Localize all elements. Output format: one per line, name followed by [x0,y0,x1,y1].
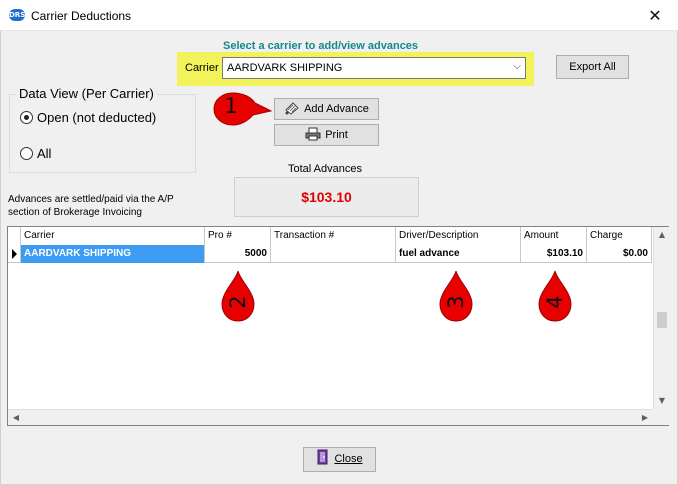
radio-selected-icon[interactable] [20,111,33,124]
data-view-legend: Data View (Per Carrier) [16,86,157,101]
total-advances-label: Total Advances [288,163,362,175]
row-pointer-icon [8,245,21,263]
add-advance-button[interactable]: Add Advance [274,98,379,120]
app-logo-icon: DRS [9,9,26,21]
annotation-marker-2: 2 [218,270,258,324]
carrier-label: Carrier [185,62,219,74]
printer-icon [305,127,321,141]
print-label: Print [325,129,348,141]
scroll-up-icon[interactable]: ▲ [654,227,670,243]
radio-open-label: Open (not deducted) [37,110,157,125]
grid-header-indicator [8,227,21,245]
annotation-marker-3: 3 [436,270,476,324]
cell-amount[interactable]: $103.10 [521,245,587,263]
add-advance-label: Add Advance [304,103,369,115]
total-advances-value: $103.10 [234,177,419,217]
print-button[interactable]: Print [274,124,379,146]
column-header-description[interactable]: Driver/Description [396,227,521,245]
cell-pro[interactable]: 5000 [205,245,271,263]
column-header-pro[interactable]: Pro # [205,227,271,245]
data-view-group: Data View (Per Carrier) Open (not deduct… [9,86,196,173]
door-exit-icon [317,449,328,465]
settlement-note-line1: Advances are settled/paid via the A/P [8,194,174,205]
annotation-number-1: 1 [224,94,238,118]
radio-unselected-icon[interactable] [20,147,33,160]
vertical-scrollbar[interactable]: ▲ ▼ [653,227,669,409]
cell-charge[interactable]: $0.00 [587,245,652,263]
scroll-down-icon[interactable]: ▼ [654,393,670,409]
annotation-number-4: 4 [543,295,567,309]
grid-header: Carrier Pro # Transaction # Driver/Descr… [8,227,652,245]
table-row[interactable]: AARDVARK SHIPPING 5000 fuel advance $103… [8,245,652,263]
title-bar: DRS Carrier Deductions ✕ [0,0,678,31]
chevron-down-icon[interactable]: ⌵ [513,61,521,72]
radio-all[interactable]: All [20,146,51,161]
select-carrier-hint: Select a carrier to add/view advances [223,40,419,52]
vertical-scroll-thumb[interactable] [657,312,667,328]
carrier-dropdown[interactable]: AARDVARK SHIPPING ⌵ [222,57,526,79]
annotation-number-3: 3 [444,295,468,309]
annotation-marker-4: 4 [535,270,575,324]
cell-transaction[interactable] [271,245,396,263]
carrier-dropdown-value: AARDVARK SHIPPING [227,62,343,74]
add-advance-icon [285,102,299,115]
close-button[interactable]: Close [303,447,376,472]
column-header-amount[interactable]: Amount [521,227,587,245]
column-header-transaction[interactable]: Transaction # [271,227,396,245]
horizontal-scrollbar[interactable]: ◀ ▶ [8,409,653,425]
radio-all-label: All [37,146,52,161]
scroll-left-icon[interactable]: ◀ [8,410,24,426]
settlement-note: Advances are settled/paid via the A/P se… [8,193,208,219]
window-title: Carrier Deductions [31,9,132,23]
cell-carrier[interactable]: AARDVARK SHIPPING [21,245,205,263]
scrollbar-corner [653,409,669,425]
scroll-right-icon[interactable]: ▶ [637,410,653,426]
column-header-carrier[interactable]: Carrier [21,227,205,245]
annotation-marker-1: 1 [211,90,273,144]
close-label: Close [334,453,363,465]
annotation-number-2: 2 [226,295,250,309]
column-header-charge[interactable]: Charge [587,227,652,245]
window-close-icon[interactable]: ✕ [632,0,678,31]
settlement-note-line2: section of Brokerage Invoicing [8,207,142,218]
export-all-button[interactable]: Export All [556,55,629,79]
advances-grid[interactable]: Carrier Pro # Transaction # Driver/Descr… [7,226,669,426]
radio-open-not-deducted[interactable]: Open (not deducted) [20,110,156,125]
cell-description[interactable]: fuel advance [396,245,521,263]
